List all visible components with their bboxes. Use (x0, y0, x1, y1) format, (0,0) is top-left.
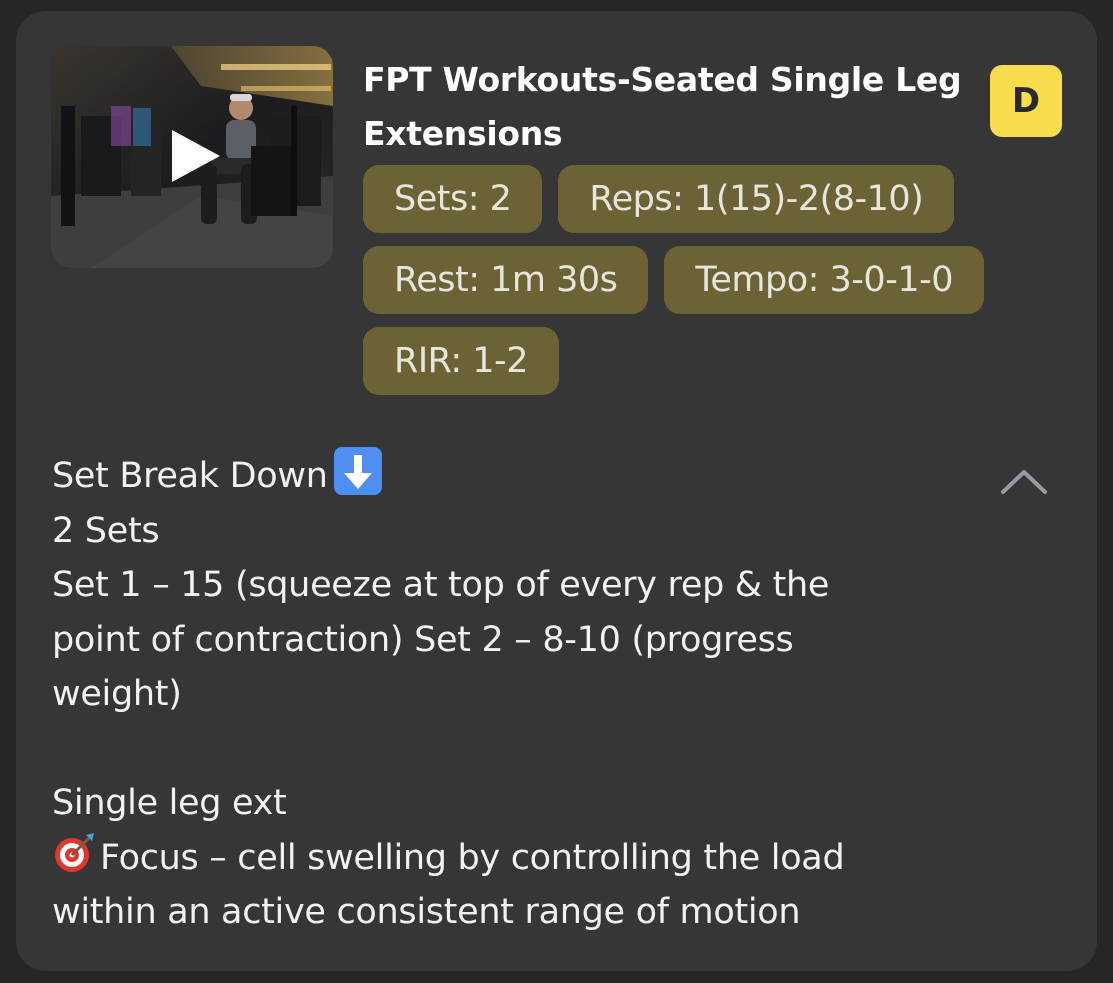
description-blank (52, 722, 952, 777)
difficulty-badge: D (990, 65, 1062, 137)
tempo-chip: Tempo: 3-0-1-0 (664, 246, 984, 314)
down-arrow-emoji-icon (333, 447, 382, 495)
target-emoji-icon (55, 832, 94, 872)
rest-chip: Rest: 1m 30s (363, 246, 649, 314)
description-focus-line: Focus – cell swelling by controlling the… (52, 831, 952, 886)
description-line: Set 1 – 15 (squeeze at top of every rep … (52, 565, 830, 605)
exercise-card: FPT Workouts-Seated Single Leg Extension… (16, 11, 1097, 971)
video-thumbnail[interactable] (51, 46, 333, 268)
play-icon[interactable] (166, 126, 226, 186)
description-heading: Set Break Down (52, 447, 952, 504)
description-line: weight) (52, 674, 182, 714)
description-line: point of contraction) Set 2 – 8-10 (prog… (52, 619, 794, 660)
description-line: within an active consistent range of mot… (52, 892, 801, 932)
sets-chip: Sets: 2 (363, 165, 543, 233)
chevron-up-icon[interactable] (999, 466, 1049, 496)
exercise-stats: Sets: 2 Reps: 1(15)-2(8-10) Rest: 1m 30s… (363, 165, 1063, 408)
exercise-title: FPT Workouts-Seated Single Leg Extension… (363, 60, 962, 153)
exercise-description: Set Break Down 2 Sets Set 1 – 15 (squeez… (52, 447, 952, 940)
rir-chip: RIR: 1-2 (363, 327, 559, 395)
description-line: Single leg ext (52, 783, 287, 823)
reps-chip: Reps: 1(15)-2(8-10) (558, 165, 955, 233)
description-line: 2 Sets (52, 510, 160, 551)
